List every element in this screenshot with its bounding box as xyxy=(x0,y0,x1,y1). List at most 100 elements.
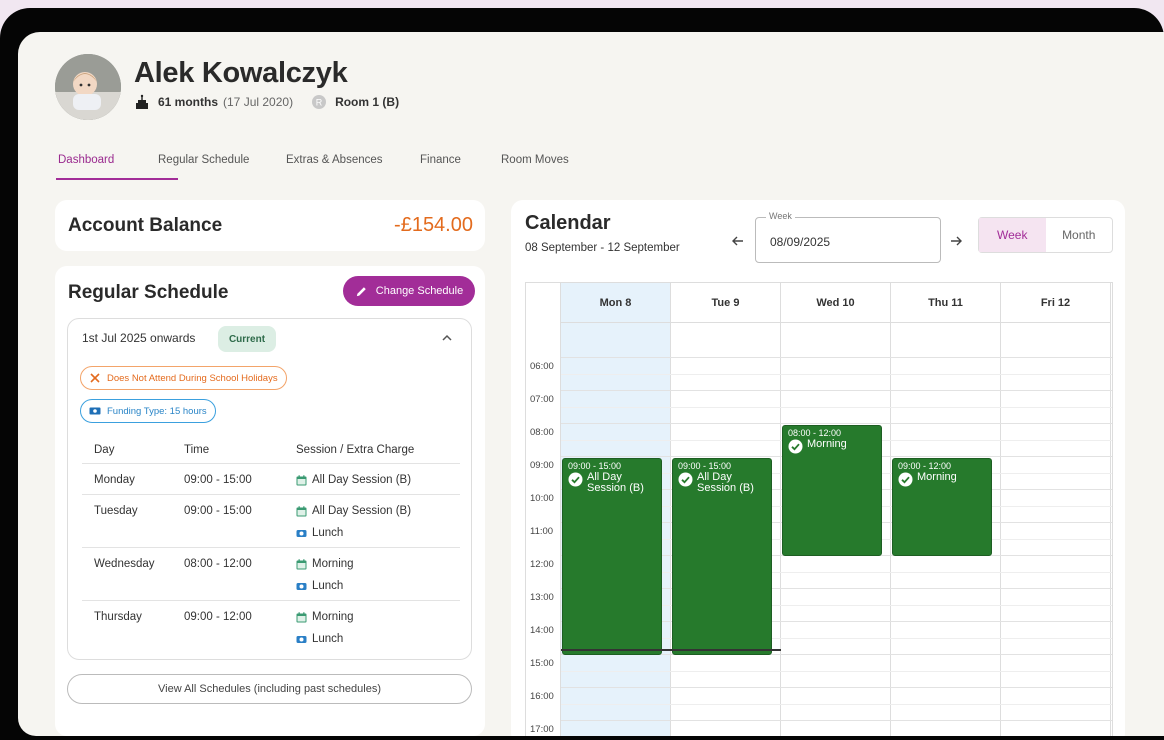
tab-extras-absences[interactable]: Extras & Absences xyxy=(286,148,420,180)
week-date-input[interactable]: Week 08/09/2025 xyxy=(755,211,941,263)
grid-line xyxy=(561,357,1112,358)
row-day: Wednesday xyxy=(94,558,155,570)
day-header: Thu 11 xyxy=(891,283,1001,323)
row-sessions: Morning Lunch xyxy=(296,553,460,597)
funding-type-pill: Funding Type: 15 hours xyxy=(80,399,216,423)
money-icon xyxy=(89,407,101,415)
check-circle-icon xyxy=(568,472,583,487)
time-label: 15:00 xyxy=(530,658,554,669)
row-sessions: All Day Session (B) xyxy=(296,469,460,491)
row-day: Thursday xyxy=(94,611,142,623)
change-schedule-button[interactable]: Change Schedule xyxy=(343,276,475,306)
row-time: 09:00 - 15:00 xyxy=(184,505,252,517)
session-item: Morning xyxy=(296,606,460,628)
view-week-button[interactable]: Week xyxy=(979,218,1046,252)
event-name: All Day Session (B) xyxy=(587,471,644,494)
pencil-icon xyxy=(356,286,366,296)
meal-icon xyxy=(296,635,307,643)
time-label: 14:00 xyxy=(530,625,554,636)
row-sessions: Morning Lunch xyxy=(296,606,460,650)
day-header: Fri 12 xyxy=(1001,283,1111,323)
grid-line xyxy=(561,720,1112,721)
table-row: Tuesday 09:00 - 15:00 All Day Session (B) L… xyxy=(82,494,460,547)
calendar-date-range: 08 September - 12 September xyxy=(525,242,680,254)
grid-line xyxy=(561,423,1112,424)
account-balance-title: Account Balance xyxy=(68,215,223,236)
header-session: Session / Extra Charge xyxy=(296,444,415,456)
schedule-table-header: Day Time Session / Extra Charge xyxy=(82,437,460,463)
regular-schedule-card: Regular Schedule Change Schedule 1st Jul… xyxy=(55,266,485,736)
arrow-right-icon[interactable] xyxy=(948,233,964,249)
child-age: 61 months xyxy=(158,95,219,109)
calendar-icon xyxy=(296,474,307,485)
event-time: 08:00 - 12:00 xyxy=(788,428,842,438)
account-balance-card: Account Balance -£154.00 xyxy=(55,200,485,251)
event-name: Morning xyxy=(807,438,847,450)
holiday-note-pill: Does Not Attend During School Holidays xyxy=(80,366,287,390)
device-frame: Alek Kowalczyk 61 months (17 Jul 2020) R… xyxy=(0,8,1164,740)
event-time: 09:00 - 15:00 xyxy=(568,461,622,471)
week-input-value: 08/09/2025 xyxy=(770,235,831,249)
view-month-button[interactable]: Month xyxy=(1046,218,1113,252)
change-schedule-label: Change Schedule xyxy=(375,285,464,297)
time-label: 06:00 xyxy=(530,361,554,372)
calendar-title: Calendar xyxy=(525,212,611,234)
arrow-left-icon[interactable] xyxy=(730,233,746,249)
calendar-event[interactable]: 08:00 - 12:00 Morning xyxy=(782,425,882,556)
session-item: All Day Session (B) xyxy=(296,469,460,491)
session-label: All Day Session (B) xyxy=(312,505,412,517)
tab-dashboard[interactable]: Dashboard xyxy=(56,148,178,180)
row-sessions: All Day Session (B) Lunch xyxy=(296,500,460,544)
event-name-row: All Day Session (B) xyxy=(568,472,656,494)
session-label: Lunch xyxy=(312,633,344,645)
session-label: Lunch xyxy=(312,527,344,539)
meal-icon xyxy=(296,529,307,537)
calendar-event[interactable]: 09:00 - 15:00 All Day Session (B) xyxy=(562,458,662,655)
account-balance-amount: -£154.00 xyxy=(394,214,473,236)
calendar-event[interactable]: 09:00 - 12:00 Morning xyxy=(892,458,992,556)
avatar xyxy=(55,54,121,120)
chevron-up-icon[interactable] xyxy=(440,331,454,345)
tab-regular-schedule[interactable]: Regular Schedule xyxy=(158,148,286,180)
time-label: 07:00 xyxy=(530,394,554,405)
header-time: Time xyxy=(184,444,210,456)
time-label: 16:00 xyxy=(530,691,554,702)
grid-line xyxy=(561,373,1112,375)
child-meta: 61 months (17 Jul 2020) R Room 1 (B) xyxy=(134,94,399,110)
view-toggle: Week Month xyxy=(978,217,1113,253)
calendar-grid: Mon 8 Tue 9 Wed 10 Thu 11 Fri 12 06:00 07:00 08… xyxy=(525,282,1113,736)
tab-room-moves[interactable]: Room Moves xyxy=(501,148,591,180)
funding-type-label: Funding Type: 15 hours xyxy=(107,405,207,417)
grid-line xyxy=(561,406,1112,408)
session-label: All Day Session (B) xyxy=(312,474,412,486)
view-all-schedules-button[interactable]: View All Schedules (including past sched… xyxy=(67,674,472,704)
time-label: 17:00 xyxy=(530,724,554,735)
birthday-cake-icon xyxy=(136,94,148,109)
event-time: 09:00 - 12:00 xyxy=(898,461,952,471)
time-label: 09:00 xyxy=(530,460,554,471)
calendar-event[interactable]: 09:00 - 15:00 All Day Session (B) xyxy=(672,458,772,655)
close-icon xyxy=(90,373,100,383)
table-row: Monday 09:00 - 15:00 All Day Session (B) xyxy=(82,463,460,494)
tab-finance[interactable]: Finance xyxy=(420,148,501,180)
row-time: 09:00 - 12:00 xyxy=(184,611,252,623)
day-header: Mon 8 xyxy=(561,283,671,323)
session-item: Lunch xyxy=(296,522,460,544)
check-circle-icon xyxy=(788,439,803,454)
calendar-icon xyxy=(296,611,307,622)
table-row: Thursday 09:00 - 12:00 Morning Lunch xyxy=(82,600,460,653)
week-input-label: Week xyxy=(766,211,795,221)
holiday-note-label: Does Not Attend During School Holidays xyxy=(107,372,278,384)
time-label: 11:00 xyxy=(530,526,554,537)
row-time: 09:00 - 15:00 xyxy=(184,474,252,486)
meal-icon xyxy=(296,582,307,590)
child-dob: (17 Jul 2020) xyxy=(223,95,294,109)
header-day: Day xyxy=(94,444,115,456)
session-item: Lunch xyxy=(296,628,460,650)
child-room: Room 1 (B) xyxy=(335,95,400,109)
regular-schedule-title: Regular Schedule xyxy=(68,282,229,303)
time-label: 08:00 xyxy=(530,427,554,438)
status-badge: Current xyxy=(218,326,276,352)
day-column[interactable] xyxy=(1001,283,1111,736)
check-circle-icon xyxy=(898,472,913,487)
